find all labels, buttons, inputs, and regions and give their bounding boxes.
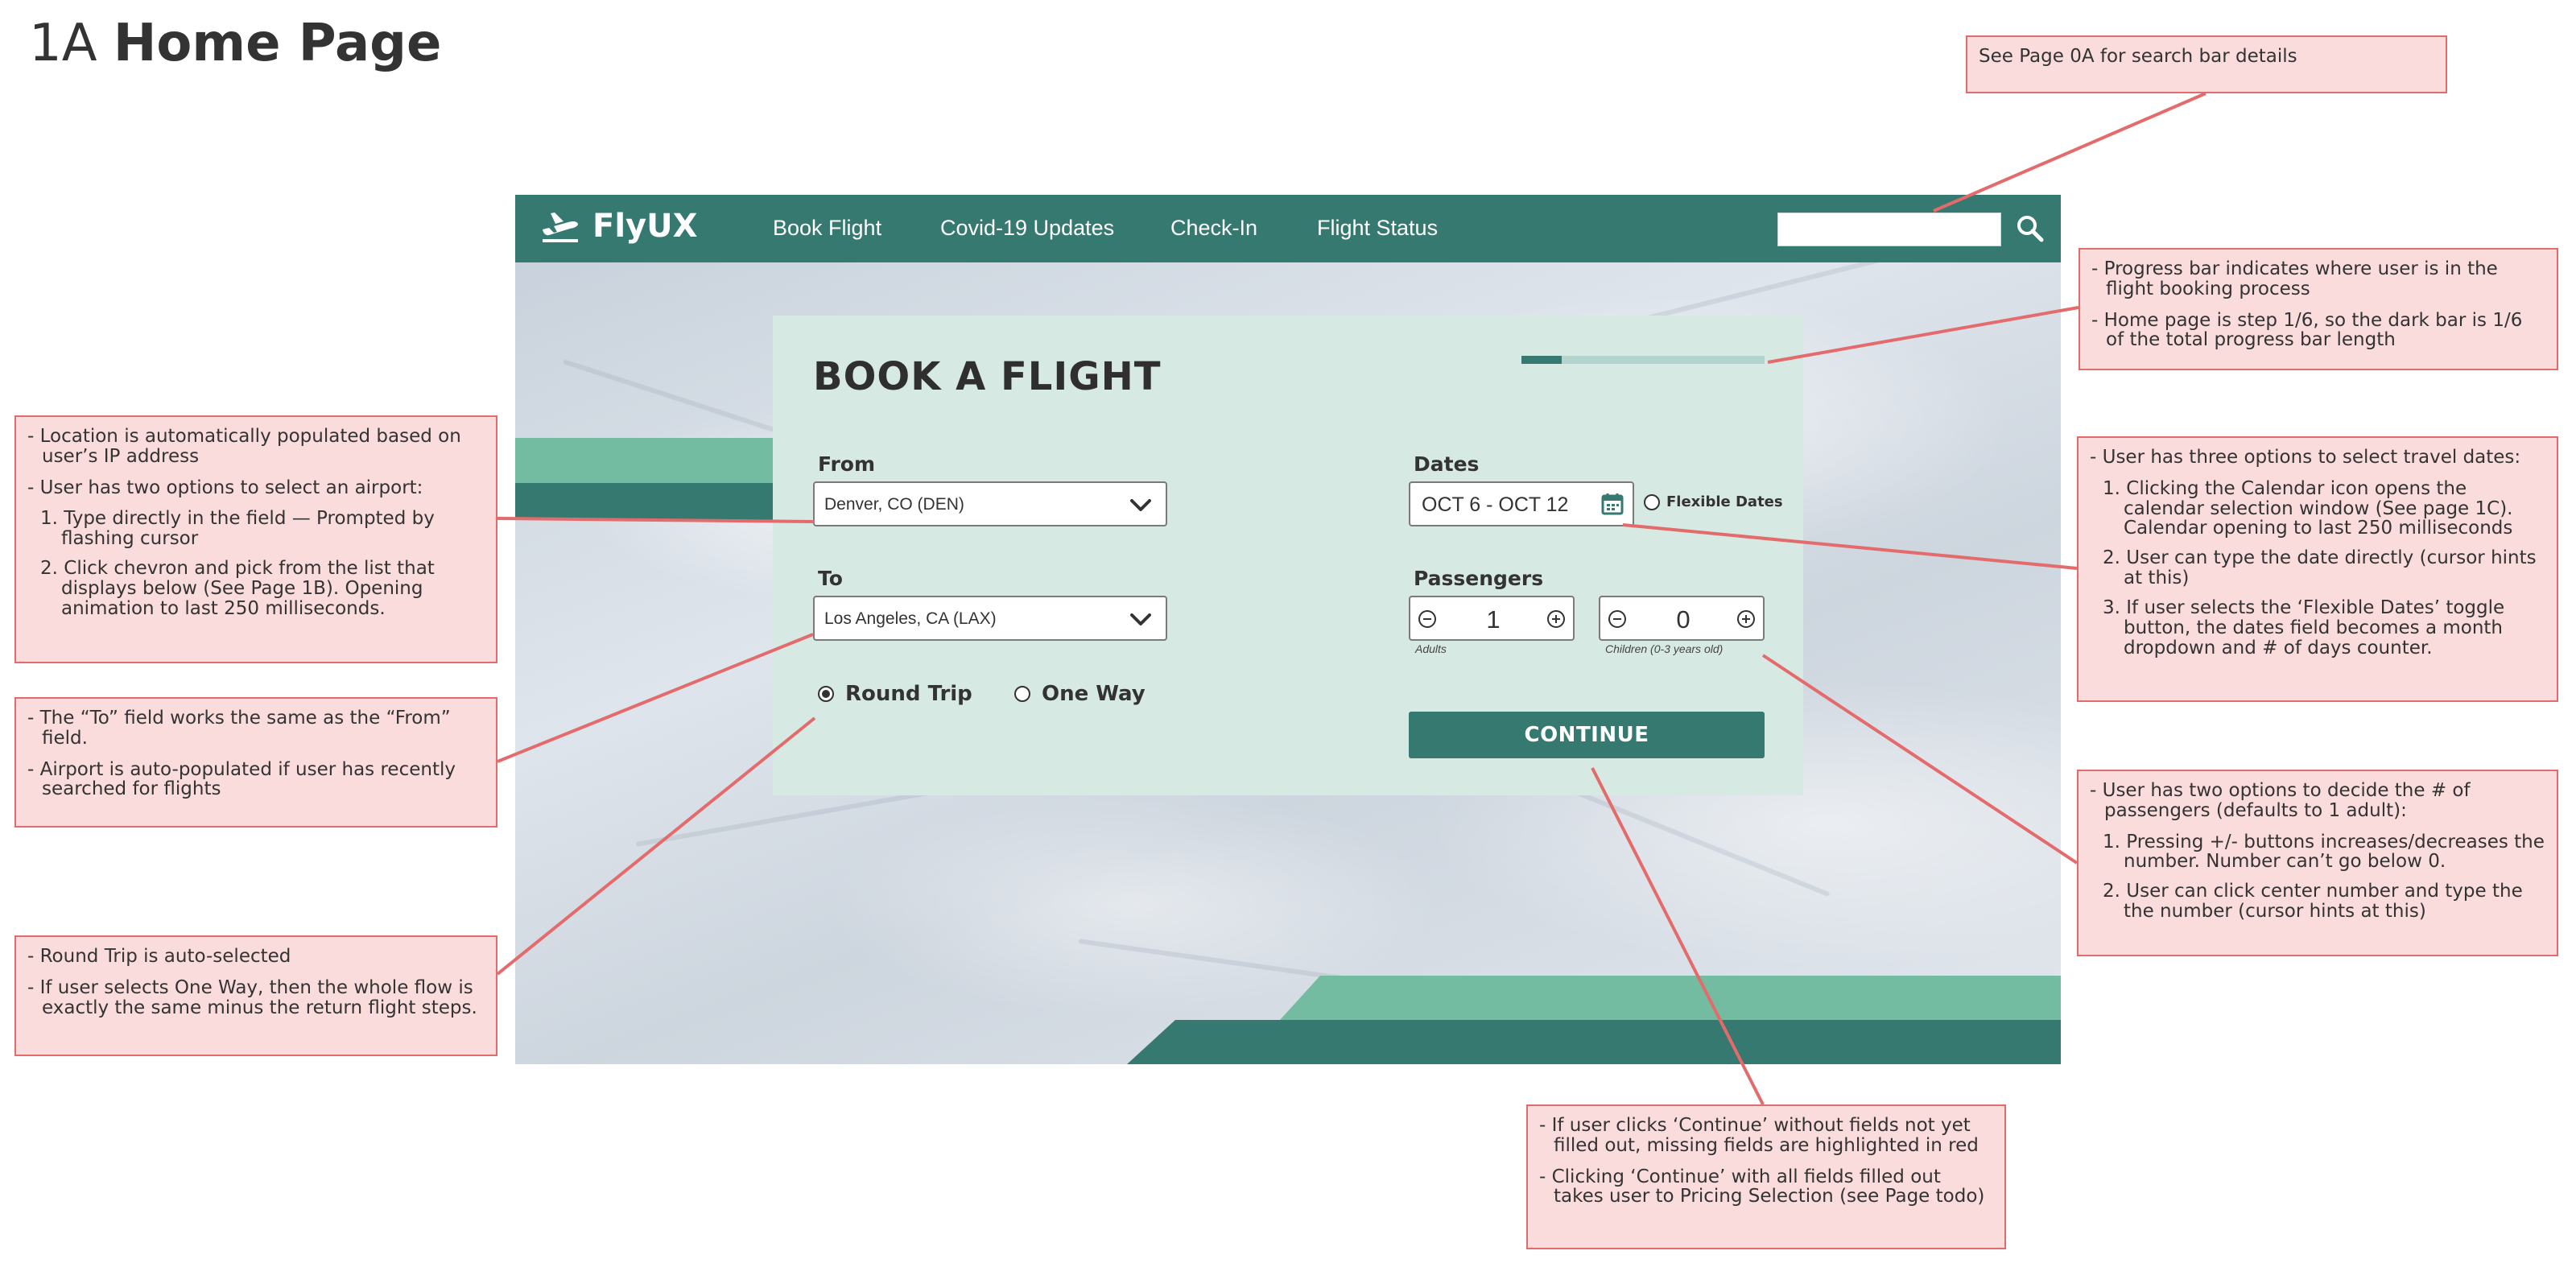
page-number: 1A <box>29 14 97 73</box>
nav-link-check-in[interactable]: Check-In <box>1170 216 1257 241</box>
adults-stepper: 1 <box>1409 596 1575 641</box>
airplane-takeoff-icon <box>543 213 578 242</box>
note-list-item: 3. If user selects the ‘Flexible Dates’ … <box>2103 597 2505 658</box>
progress-bar <box>1521 356 1765 364</box>
adults-count[interactable]: 1 <box>1459 605 1528 634</box>
note-list-item: 2. User can click center number and type… <box>2103 881 2523 923</box>
children-stepper: 0 <box>1599 596 1765 641</box>
note-list-item: 1. Type directly in the field — Prompted… <box>40 508 435 550</box>
card-title: BOOK A FLIGHT <box>813 354 1162 399</box>
nav-link-covid-updates[interactable]: Covid-19 Updates <box>940 216 1114 241</box>
note-list-item: 1. Clicking the Calendar icon opens the … <box>2103 477 2513 539</box>
nav-link-flight-status[interactable]: Flight Status <box>1317 216 1438 241</box>
note-from-field: - Location is automatically populated ba… <box>14 415 497 663</box>
passengers-label: Passengers <box>1414 567 1544 590</box>
note-trip-type: - Round Trip is auto-selected - If user … <box>14 935 497 1056</box>
one-way-radio[interactable] <box>1014 686 1030 702</box>
decor-band-light <box>515 438 781 483</box>
brand-name: FlyUX <box>592 208 698 245</box>
nav-link-book-flight[interactable]: Book Flight <box>773 216 881 241</box>
note-text: - Clicking ‘Continue’ with all fields fi… <box>1539 1166 1985 1208</box>
note-text: - The “To” field works the same as the “… <box>27 708 451 749</box>
note-list-item: 2. Click chevron and pick from the list … <box>40 558 435 619</box>
note-dates: - User has three options to select trave… <box>2077 436 2558 702</box>
note-search-bar: See Page 0A for search bar details <box>1966 35 2447 93</box>
flexible-dates-toggle[interactable]: Flexible Dates <box>1644 493 1783 510</box>
note-text: - Home page is step 1/6, so the dark bar… <box>2091 309 2523 351</box>
adults-caption: Adults <box>1415 642 1447 655</box>
continue-button[interactable]: CONTINUE <box>1409 712 1765 758</box>
decor-band-dark <box>1127 1020 2061 1064</box>
note-text: - Round Trip is auto-selected <box>27 946 291 967</box>
from-label: From <box>818 452 876 476</box>
to-select[interactable]: Los Angeles, CA (LAX) <box>813 596 1167 641</box>
decor-band-dark <box>515 483 781 520</box>
note-text: - Location is automatically populated ba… <box>27 426 461 467</box>
one-way-option[interactable]: One Way <box>1014 682 1146 706</box>
navbar: FlyUX Book Flight Covid-19 Updates Check… <box>515 195 2061 262</box>
note-text: - User has three options to select trave… <box>2090 447 2521 468</box>
decrement-icon[interactable] <box>1607 609 1628 630</box>
round-trip-radio[interactable] <box>818 686 834 702</box>
children-caption: Children (0-3 years old) <box>1605 642 1724 655</box>
note-text: - Airport is auto-populated if user has … <box>27 758 456 800</box>
increment-icon[interactable] <box>1546 609 1567 630</box>
search-icon[interactable] <box>2014 213 2046 245</box>
chevron-down-icon[interactable] <box>1129 609 1153 630</box>
dates-value: OCT 6 - OCT 12 <box>1422 493 1569 516</box>
search-input[interactable] <box>1777 213 2001 246</box>
note-progress-bar: - Progress bar indicates where user is i… <box>2079 248 2558 370</box>
note-text: See Page 0A for search bar details <box>1979 46 2297 67</box>
decor-band-light <box>1280 976 2061 1020</box>
flexible-dates-label: Flexible Dates <box>1666 493 1783 510</box>
note-text: - User has two options to select an airp… <box>27 477 423 498</box>
calendar-icon[interactable] <box>1600 492 1624 516</box>
one-way-label: One Way <box>1042 682 1146 706</box>
page-title: 1A Home Page <box>29 13 441 75</box>
from-value: Denver, CO (DEN) <box>824 495 964 514</box>
note-to-field: - The “To” field works the same as the “… <box>14 697 497 828</box>
round-trip-label: Round Trip <box>845 682 972 706</box>
book-flight-card: BOOK A FLIGHT From Denver, CO (DEN) To L… <box>773 316 1803 795</box>
decor-bottom-bands <box>1127 976 2061 1064</box>
note-text: - User has two options to decide the # o… <box>2090 780 2471 821</box>
decrement-icon[interactable] <box>1417 609 1438 630</box>
note-text: - If user selects One Way, then the whol… <box>27 976 477 1018</box>
round-trip-option[interactable]: Round Trip <box>818 682 972 706</box>
background-ridge <box>1544 778 1831 898</box>
progress-bar-fill <box>1521 356 1563 364</box>
dates-label: Dates <box>1414 452 1480 476</box>
brand-logo[interactable]: FlyUX <box>539 208 697 245</box>
to-label: To <box>818 567 843 590</box>
note-passengers: - User has two options to decide the # o… <box>2077 770 2558 956</box>
leader-line <box>1933 92 2207 213</box>
dates-input[interactable]: OCT 6 - OCT 12 <box>1409 481 1634 526</box>
note-text: - If user clicks ‘Continue’ without fiel… <box>1539 1115 1979 1156</box>
page-name: Home Page <box>113 14 442 73</box>
homepage-mockup: FlyUX Book Flight Covid-19 Updates Check… <box>515 195 2061 1064</box>
note-text: - Progress bar indicates where user is i… <box>2091 258 2498 299</box>
note-list-item: 1. Pressing +/- buttons increases/decrea… <box>2103 831 2545 873</box>
flexible-dates-radio[interactable] <box>1644 493 1660 510</box>
to-value: Los Angeles, CA (LAX) <box>824 609 997 628</box>
increment-icon[interactable] <box>1736 609 1757 630</box>
from-select[interactable]: Denver, CO (DEN) <box>813 481 1167 526</box>
note-continue: - If user clicks ‘Continue’ without fiel… <box>1526 1104 2006 1249</box>
chevron-down-icon[interactable] <box>1129 494 1153 515</box>
children-count[interactable]: 0 <box>1649 605 1718 634</box>
note-list-item: 2. User can type the date directly (curs… <box>2103 547 2537 589</box>
